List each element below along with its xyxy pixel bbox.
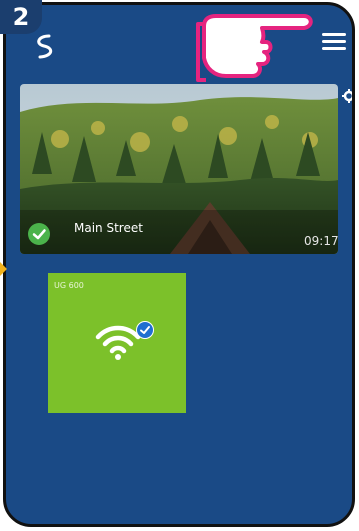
camera-time: 09:17	[304, 234, 339, 248]
check-circle-icon	[28, 223, 50, 245]
hamburger-menu-icon[interactable]	[322, 33, 346, 51]
camera-card[interactable]	[20, 84, 338, 254]
side-marker-arrow-icon	[0, 262, 7, 276]
step-number-badge: 2	[0, 0, 42, 34]
camera-snapshot-image	[20, 84, 338, 254]
camera-name: Main Street	[74, 221, 143, 235]
device-tile[interactable]: UG 600	[48, 273, 186, 413]
pointing-hand-icon	[196, 14, 313, 82]
device-name: UG 600	[54, 281, 84, 290]
check-badge-icon	[136, 321, 154, 339]
instruction-screenshot: Main Street 09:17 UG 600 2	[0, 0, 359, 531]
swirl-logo-icon	[37, 34, 53, 59]
gear-icon[interactable]	[342, 89, 355, 103]
